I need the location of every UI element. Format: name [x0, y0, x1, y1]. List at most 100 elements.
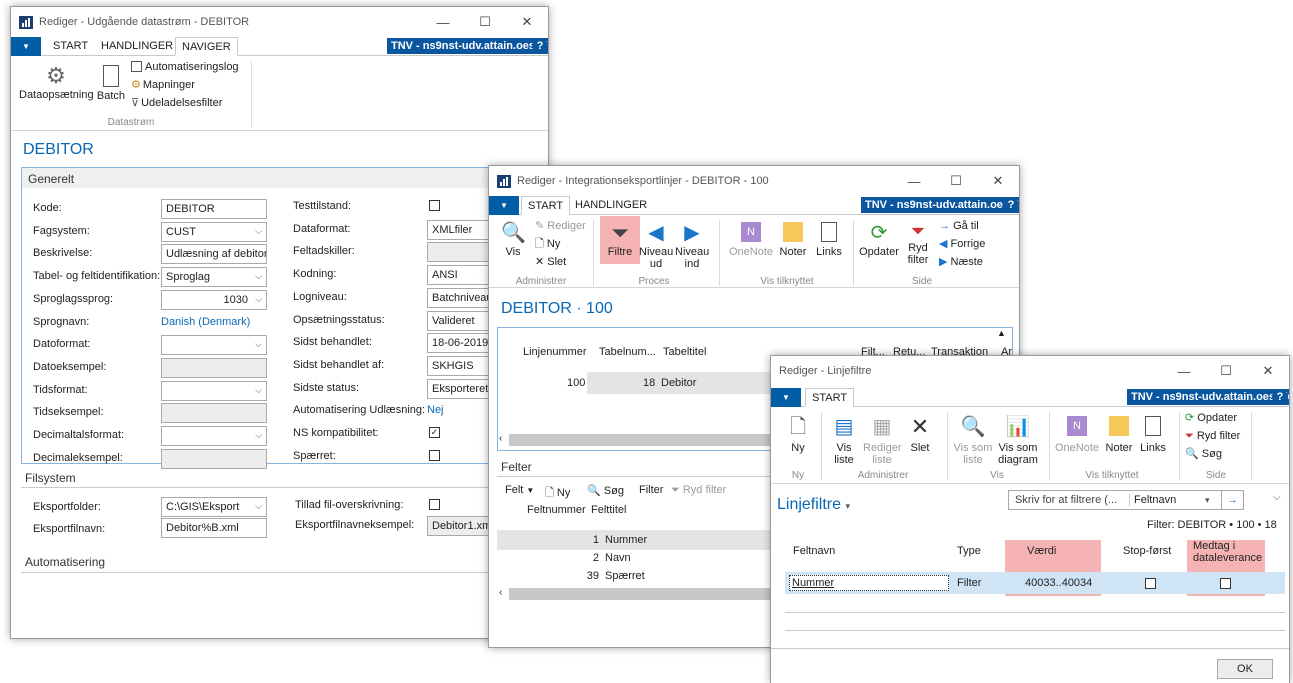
opdater-button[interactable]: ⟳ Opdater	[857, 220, 901, 258]
left-field-10[interactable]: ⌵	[161, 426, 267, 446]
soeg-button[interactable]: 🔍 Søg	[1185, 448, 1222, 460]
noter-button[interactable]: Noter	[777, 220, 809, 258]
left-field-2[interactable]: Udlæsning af debitor	[161, 244, 267, 265]
niveau-ind-button[interactable]: ▶ Niveau ind	[675, 220, 709, 270]
ryd-filter-button[interactable]: ⏷ Ryd filter	[901, 220, 935, 266]
chevron-down-icon[interactable]: ⌵	[255, 271, 262, 282]
minimize-icon[interactable]: —	[422, 7, 464, 37]
col-felttitel[interactable]: Felttitel	[591, 504, 626, 516]
maximize-icon[interactable]: ☐	[935, 166, 977, 196]
slet-button[interactable]: ✕ Slet	[535, 256, 566, 268]
col-medtag[interactable]: Medtag i dataleverance	[1193, 540, 1263, 564]
maximize-icon[interactable]: ☐	[1205, 356, 1247, 386]
slet-button[interactable]: ✕ Slet	[903, 412, 937, 454]
minimize-icon[interactable]: —	[1163, 356, 1205, 386]
dataopsaetning-button[interactable]: ⚙ Dataopsætning	[19, 63, 94, 101]
col-feltnavn[interactable]: Feltnavn	[793, 545, 835, 557]
vis-som-diagram-button[interactable]: 📊 Vis som diagram	[995, 412, 1041, 466]
scroll-left-icon[interactable]: ‹	[499, 587, 502, 598]
batch-button[interactable]: Batch	[95, 63, 127, 102]
felt-titel-0[interactable]: Nummer	[605, 534, 647, 546]
chevron-down-icon[interactable]: ⌵	[255, 294, 262, 305]
naeste-button[interactable]: ▶ Næste	[939, 256, 983, 268]
help-icon[interactable]: ?	[1272, 389, 1288, 405]
field-selector[interactable]: Feltnavn	[1129, 494, 1176, 506]
gaa-til-button[interactable]: → Gå til	[939, 220, 979, 232]
close-icon[interactable]: ✕	[977, 166, 1019, 196]
opdater-button[interactable]: ⟳ Opdater	[1185, 412, 1237, 424]
left-link-5[interactable]: Danish (Denmark)	[161, 316, 250, 328]
right-checkbox-10[interactable]: ✓	[429, 427, 440, 438]
filtre-button[interactable]: ⏷ Filtre	[603, 220, 637, 258]
onenote-button[interactable]: N OneNote	[727, 220, 775, 258]
tab-start[interactable]: START	[521, 196, 571, 215]
help-icon[interactable]: ?	[1003, 197, 1019, 213]
minimize-icon[interactable]: —	[893, 166, 935, 196]
section-header-automatisering[interactable]: Automatisering	[25, 555, 105, 569]
rediger-liste-button[interactable]: ▦ Rediger liste	[863, 412, 902, 466]
vis-button[interactable]: 🔍 Vis	[501, 220, 526, 258]
cell-feltnavn[interactable]: Nummer	[789, 575, 949, 591]
tab-handlinger[interactable]: HANDLINGER	[569, 196, 653, 215]
chevron-down-icon[interactable]: ⌵	[255, 430, 262, 441]
felter-soeg-button[interactable]: 🔍 Søg	[587, 484, 624, 497]
rediger-button[interactable]: ✎ Rediger	[535, 220, 586, 232]
felt-titel-1[interactable]: Navn	[605, 552, 631, 564]
app-menu-button[interactable]: ▼	[11, 37, 41, 56]
stop-foerst-checkbox[interactable]	[1145, 578, 1156, 589]
automatiseringslog-button[interactable]: Automatiseringslog	[131, 61, 239, 73]
tillad-fil-overskrivning-checkbox[interactable]	[429, 499, 440, 510]
right-checkbox-0[interactable]	[429, 200, 440, 211]
maximize-icon[interactable]: ☐	[464, 7, 506, 37]
chevron-down-icon[interactable]: ⌵	[255, 226, 262, 237]
close-icon[interactable]: ✕	[1247, 356, 1289, 386]
filter-search-box[interactable]: Skriv for at filtrere (... Feltnavn ▾ →	[1008, 490, 1244, 510]
col-tabeltitel[interactable]: Tabeltitel	[663, 346, 706, 358]
col-type[interactable]: Type	[957, 545, 981, 557]
tab-naviger[interactable]: NAVIGER	[175, 37, 238, 56]
ryd-filter-button[interactable]: ⏷ Ryd filter	[1185, 430, 1240, 442]
felt-menu[interactable]: Felt ▼	[505, 484, 534, 496]
search-input[interactable]: Skriv for at filtrere (...	[1015, 494, 1117, 506]
mapninger-button[interactable]: ⚙ Mapninger	[131, 79, 195, 91]
tab-start[interactable]: START	[805, 388, 855, 407]
tab-start[interactable]: START	[47, 37, 94, 56]
left-field-6[interactable]: ⌵	[161, 335, 267, 356]
right-checkbox-11[interactable]	[429, 449, 440, 461]
noter-button[interactable]: Noter	[1103, 412, 1135, 454]
collapse-icon[interactable]: ▲	[997, 328, 1006, 338]
col-feltnummer[interactable]: Feltnummer	[527, 504, 586, 516]
chevron-down-icon[interactable]: ⌵	[255, 385, 262, 396]
scroll-left-icon[interactable]: ‹	[499, 433, 502, 444]
left-field-4[interactable]: 1030 ⌵	[161, 289, 267, 310]
chevron-down-icon[interactable]: ⌵	[255, 501, 262, 512]
close-icon[interactable]: ✕	[506, 7, 548, 37]
col-linjenummer[interactable]: Linjenummer	[523, 346, 587, 358]
chevron-down-icon[interactable]: ⌵	[1273, 492, 1281, 503]
left-field-0[interactable]: DEBITOR	[161, 199, 267, 219]
col-stop-foerst[interactable]: Stop-først	[1123, 545, 1171, 557]
felter-ny-button[interactable]: 🗋 Ny	[545, 484, 570, 503]
help-icon[interactable]: ?	[532, 38, 548, 54]
felt-titel-2[interactable]: Spærret	[605, 570, 645, 582]
apply-filter-icon[interactable]: →	[1221, 491, 1243, 509]
right-link-9[interactable]: Nej	[427, 404, 444, 416]
col-tabelnum[interactable]: Tabelnum...	[599, 346, 656, 358]
ok-button[interactable]: OK	[1217, 659, 1273, 679]
felter-ryd-filter-button[interactable]: ⏷ Ryd filter	[671, 484, 726, 497]
forrige-button[interactable]: ◀ Forrige	[939, 238, 985, 250]
app-menu-button[interactable]: ▼	[489, 196, 519, 215]
onenote-button[interactable]: N OneNote	[1053, 412, 1101, 454]
section-header-filsystem[interactable]: Filsystem	[25, 471, 76, 485]
medtag-checkbox[interactable]	[1220, 578, 1231, 589]
col-vaerdi[interactable]: Værdi	[1027, 545, 1056, 557]
udeladelsesfilter-button[interactable]: ⊽ Udeladelsesfilter	[131, 97, 222, 109]
left-field-1[interactable]: CUST ⌵	[161, 221, 267, 242]
ny-button[interactable]: 🗋 Ny	[785, 412, 811, 454]
eksportfolder-field[interactable]: C:\GIS\Eksport ⌵	[161, 497, 267, 517]
left-field-3[interactable]: Sproglag ⌵	[161, 267, 267, 288]
section-header-felter[interactable]: Felter	[501, 460, 532, 474]
vis-som-liste-button[interactable]: 🔍 Vis som liste	[953, 412, 993, 466]
chevron-down-icon[interactable]: ⌵	[255, 339, 262, 350]
felter-filter-button[interactable]: Filter	[639, 484, 663, 496]
